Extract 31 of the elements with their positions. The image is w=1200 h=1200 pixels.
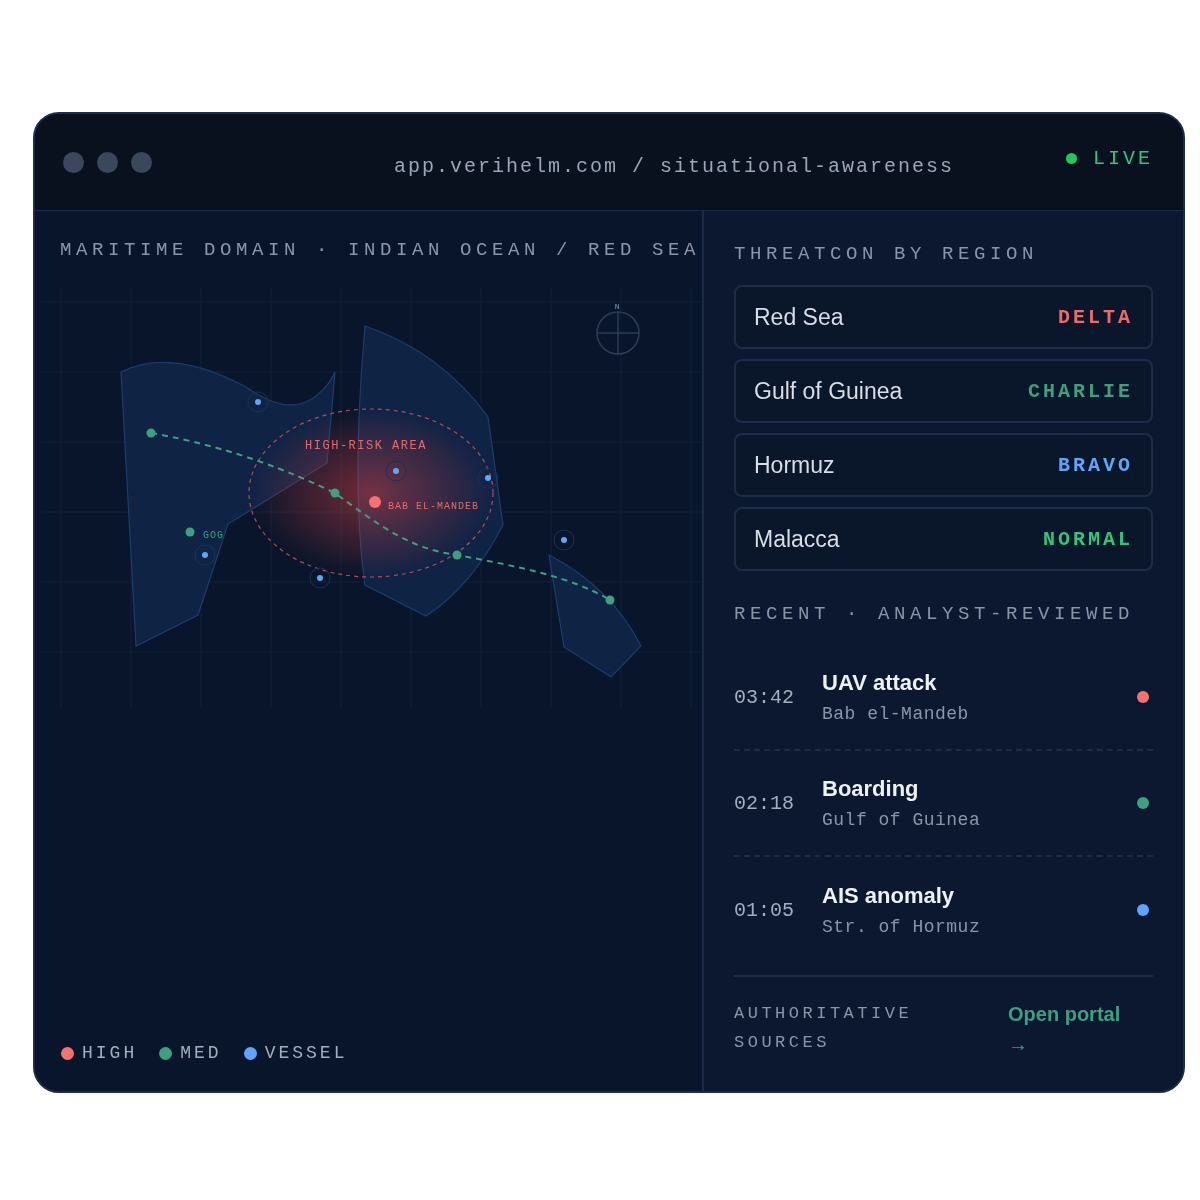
sources-label: AUTHORITATIVE SOURCES (734, 1003, 914, 1054)
window-control-icon[interactable] (97, 151, 118, 173)
map-title: MARITIME DOMAIN · INDIAN OCEAN / RED SEA (59, 239, 702, 261)
legend-label: HIGH (82, 1043, 138, 1063)
threat-level: BRAVO (1058, 453, 1133, 477)
open-portal-link[interactable]: Open portal → (1008, 999, 1133, 1059)
threat-level: CHARLIE (1028, 379, 1133, 403)
region-name: Malacca (754, 525, 840, 553)
legend-label: MED (180, 1043, 222, 1063)
url-text: app.verihelm.com / situational-awareness (392, 154, 956, 178)
section-title: THREATCON BY REGION (734, 243, 1040, 265)
map-drawing: HIGH-RISK AREA BAB EL-MANDEB GOG N (41, 287, 701, 707)
region-name: Gulf of Guinea (754, 377, 903, 405)
region-name: Red Sea (754, 303, 844, 331)
event-time: 01:05 (734, 898, 795, 922)
threat-level: DELTA (1058, 305, 1133, 329)
live-status: LIVE (1093, 146, 1153, 170)
threat-level: NORMAL (1043, 527, 1133, 551)
window-control-icon[interactable] (63, 151, 84, 173)
event-time: 03:42 (734, 685, 795, 709)
event-title: UAV attack (822, 670, 938, 696)
region-name: Hormuz (754, 451, 835, 479)
event-location: Str. of Hormuz (822, 917, 982, 937)
section-title: RECENT · ANALYST-REVIEWED (734, 603, 1136, 625)
event-time: 02:18 (734, 791, 795, 815)
event-location: Gulf of Guinea (822, 810, 982, 830)
legend-label: VESSEL (264, 1043, 348, 1063)
event-title: AIS anomaly (822, 883, 956, 909)
window-control-icon[interactable] (131, 151, 152, 173)
event-location: Bab el-Mandeb (822, 704, 970, 724)
event-title: Boarding (822, 776, 920, 802)
